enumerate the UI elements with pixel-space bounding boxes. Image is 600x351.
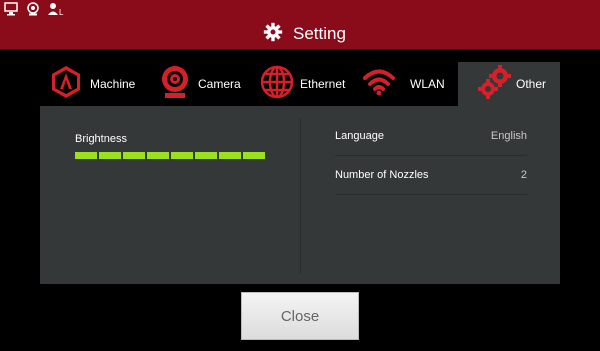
tab-camera-label: Camera bbox=[198, 77, 241, 91]
page-title: Setting bbox=[293, 24, 346, 43]
monitor-icon bbox=[4, 2, 20, 16]
webcam-icon bbox=[26, 2, 42, 16]
nozzles-value: 2 bbox=[520, 169, 527, 181]
language-label: Language bbox=[335, 130, 384, 142]
nozzles-label: Number of Nozzles bbox=[335, 169, 429, 181]
gears-icon bbox=[478, 64, 512, 105]
tab-machine[interactable]: Machine bbox=[50, 62, 150, 106]
nozzles-row[interactable]: Number of Nozzles 2 bbox=[335, 157, 527, 195]
brightness-segment bbox=[75, 152, 97, 159]
brightness-segment bbox=[99, 152, 121, 159]
brightness-segment bbox=[123, 152, 145, 159]
language-value: English bbox=[490, 130, 527, 142]
tab-machine-label: Machine bbox=[90, 77, 136, 91]
brightness-slider[interactable] bbox=[75, 152, 265, 159]
user-l-icon: L bbox=[48, 2, 64, 17]
brightness-label: Brightness bbox=[75, 133, 127, 145]
svg-text:L: L bbox=[59, 8, 64, 16]
tab-wlan-label: WLAN bbox=[410, 77, 445, 91]
tab-bar: Machine Camera Ethernet WLAN Other bbox=[40, 62, 560, 106]
brightness-segment bbox=[243, 152, 265, 159]
gear-icon bbox=[263, 22, 283, 47]
panel-divider bbox=[300, 118, 301, 274]
brightness-segment bbox=[147, 152, 169, 159]
tab-other-label: Other bbox=[516, 77, 547, 91]
machine-hexagon-icon bbox=[50, 65, 82, 104]
wifi-icon bbox=[362, 68, 396, 101]
brightness-segment bbox=[171, 152, 193, 159]
tab-ethernet[interactable]: Ethernet bbox=[260, 62, 362, 106]
close-button[interactable]: Close bbox=[241, 292, 359, 340]
language-row[interactable]: Language English bbox=[335, 118, 527, 156]
header: Setting bbox=[0, 18, 600, 50]
camera-icon bbox=[160, 65, 190, 104]
tab-other[interactable]: Other bbox=[458, 62, 560, 106]
status-bar: L bbox=[0, 0, 600, 18]
brightness-segment bbox=[195, 152, 217, 159]
tab-wlan[interactable]: WLAN bbox=[362, 62, 454, 106]
brightness-segment bbox=[219, 152, 241, 159]
settings-panel: Brightness Language English Number of No… bbox=[40, 106, 560, 284]
tab-camera[interactable]: Camera bbox=[160, 62, 256, 106]
tab-ethernet-label: Ethernet bbox=[300, 77, 346, 91]
globe-icon bbox=[260, 65, 294, 104]
header-title-group: Setting bbox=[263, 21, 346, 47]
